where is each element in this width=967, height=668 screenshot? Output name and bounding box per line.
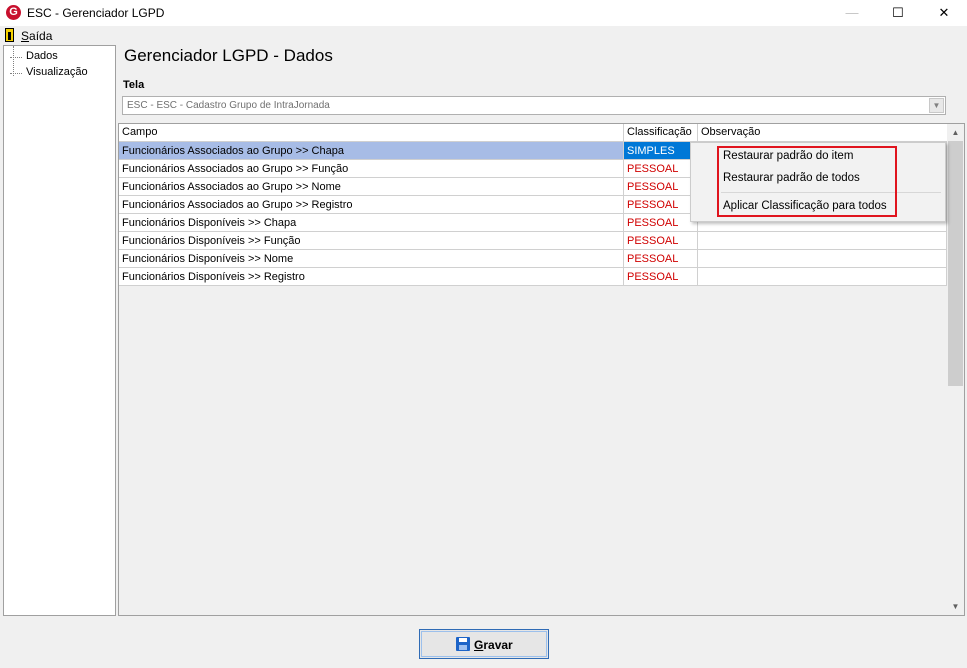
- cell-classificacao[interactable]: PESSOAL: [624, 250, 698, 268]
- cell-campo[interactable]: Funcionários Disponíveis >> Função: [119, 232, 624, 250]
- save-button[interactable]: Gravar: [419, 629, 549, 659]
- chevron-down-icon[interactable]: ▼: [929, 98, 944, 113]
- cell-classificacao[interactable]: PESSOAL: [624, 214, 698, 232]
- grid-vertical-scrollbar[interactable]: ▲ ▼: [947, 124, 964, 615]
- table-row[interactable]: Funcionários Disponíveis >> Registro PES…: [119, 268, 947, 286]
- tela-select[interactable]: ESC - ESC - Cadastro Grupo de IntraJorna…: [122, 96, 946, 115]
- window-title: ESC - Gerenciador LGPD: [27, 6, 165, 20]
- menu-exit-label: aída: [29, 29, 53, 43]
- cell-observacao[interactable]: [698, 268, 947, 286]
- scroll-thumb[interactable]: [948, 141, 963, 386]
- table-row[interactable]: Funcionários Disponíveis >> Função PESSO…: [119, 232, 947, 250]
- column-header-campo[interactable]: Campo: [119, 124, 624, 141]
- exit-door-icon[interactable]: [5, 28, 14, 42]
- grid-header: Campo Classificação Observação: [119, 124, 947, 142]
- save-button-label-rest: ravar: [483, 638, 513, 652]
- cell-campo[interactable]: Funcionários Associados ao Grupo >> Regi…: [119, 196, 624, 214]
- menu-exit-mnemonic: S: [21, 29, 30, 43]
- floppy-disk-icon: [456, 637, 470, 651]
- save-button-label: Gravar: [474, 638, 513, 652]
- navigation-tree: Dados Visualização: [3, 45, 116, 616]
- cell-classificacao[interactable]: SIMPLES: [624, 142, 698, 160]
- cell-classificacao[interactable]: PESSOAL: [624, 160, 698, 178]
- cell-campo[interactable]: Funcionários Associados ao Grupo >> Funç…: [119, 160, 624, 178]
- tela-select-value: ESC - ESC - Cadastro Grupo de IntraJorna…: [127, 100, 330, 111]
- cell-campo[interactable]: Funcionários Disponíveis >> Chapa: [119, 214, 624, 232]
- cell-classificacao[interactable]: PESSOAL: [624, 268, 698, 286]
- close-icon[interactable]: ✕: [921, 0, 967, 26]
- tree-item-dados[interactable]: Dados: [10, 50, 58, 62]
- maximize-icon[interactable]: ☐: [875, 0, 921, 26]
- scroll-up-arrow-icon[interactable]: ▲: [947, 124, 964, 141]
- cell-classificacao[interactable]: PESSOAL: [624, 178, 698, 196]
- page-title: Gerenciador LGPD - Dados: [124, 46, 333, 65]
- highlight-annotation-box: [717, 146, 897, 217]
- column-header-classificacao[interactable]: Classificação: [624, 124, 698, 141]
- tree-item-visualizacao[interactable]: Visualização: [10, 66, 88, 78]
- cell-campo[interactable]: Funcionários Associados ao Grupo >> Nome: [119, 178, 624, 196]
- cell-campo[interactable]: Funcionários Disponíveis >> Nome: [119, 250, 624, 268]
- cell-observacao[interactable]: [698, 232, 947, 250]
- column-header-observacao[interactable]: Observação: [698, 124, 947, 141]
- scroll-down-arrow-icon[interactable]: ▼: [947, 598, 964, 615]
- app-logo-icon: G: [6, 5, 21, 20]
- cell-classificacao[interactable]: PESSOAL: [624, 196, 698, 214]
- table-row[interactable]: Funcionários Disponíveis >> Nome PESSOAL: [119, 250, 947, 268]
- context-menu: Restaurar padrão do item Restaurar padrã…: [690, 142, 946, 222]
- cell-observacao[interactable]: [698, 250, 947, 268]
- minimize-icon[interactable]: —: [829, 0, 875, 26]
- tela-label: Tela: [123, 79, 145, 91]
- title-bar: G ESC - Gerenciador LGPD — ☐ ✕: [0, 0, 967, 26]
- save-button-mnemonic: G: [474, 638, 484, 652]
- menu-exit[interactable]: Saída: [21, 29, 52, 43]
- menu-bar: Saída: [0, 26, 967, 45]
- cell-campo[interactable]: Funcionários Associados ao Grupo >> Chap…: [119, 142, 624, 160]
- cell-classificacao[interactable]: PESSOAL: [624, 232, 698, 250]
- cell-campo[interactable]: Funcionários Disponíveis >> Registro: [119, 268, 624, 286]
